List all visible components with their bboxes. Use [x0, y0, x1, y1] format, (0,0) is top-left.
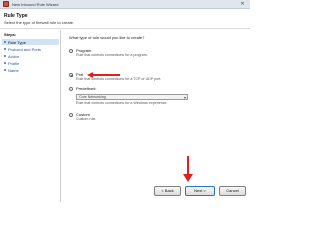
- annotation-left-arrow-icon: [87, 72, 120, 78]
- step-label: Name: [8, 67, 19, 73]
- step-bullet-icon: [4, 41, 6, 43]
- window-title: New Inbound Rule Wizard: [12, 1, 59, 7]
- main-panel: What type of rule would you like to crea…: [66, 30, 250, 202]
- close-icon[interactable]: ✕: [238, 1, 247, 7]
- dropdown-arrow-icon: ▾: [183, 95, 186, 100]
- radio-port[interactable]: [69, 73, 73, 77]
- step-label: Rule Type: [8, 39, 26, 45]
- option-description: Custom rule.: [76, 117, 97, 121]
- wizard-window: New Inbound Rule Wizard ✕ Rule Type Sele…: [0, 0, 250, 202]
- annotation-down-arrow-icon: [183, 156, 193, 182]
- step-rule-type[interactable]: Rule Type: [2, 39, 59, 45]
- wizard-header: Rule Type Select the type of firewall ru…: [0, 10, 250, 29]
- step-bullet-icon: [4, 48, 6, 50]
- step-profile[interactable]: Profile: [2, 60, 59, 66]
- steps-heading: Steps:: [4, 32, 17, 37]
- page-description: Select the type of firewall rule to crea…: [4, 20, 75, 25]
- rule-type-question: What type of rule would you like to crea…: [69, 35, 145, 40]
- option-label: Predefined:: [76, 86, 97, 91]
- page-title: Rule Type: [4, 13, 28, 19]
- back-button[interactable]: < Back: [154, 186, 181, 196]
- step-label: Action: [8, 53, 20, 59]
- radio-custom[interactable]: [69, 113, 73, 117]
- step-name[interactable]: Name: [2, 67, 59, 73]
- dropdown-value: Core Networking: [79, 95, 106, 99]
- step-protocol-and-ports[interactable]: Protocol and Ports: [2, 46, 59, 52]
- predefined-dropdown[interactable]: Core Networking ▾: [76, 94, 188, 100]
- radio-program[interactable]: [69, 49, 73, 53]
- wizard-footer: < Back Next > Cancel: [66, 184, 250, 202]
- step-bullet-icon: [4, 69, 6, 71]
- radio-predefined[interactable]: [69, 87, 73, 91]
- cancel-button[interactable]: Cancel: [219, 186, 246, 196]
- next-button[interactable]: Next >: [185, 186, 215, 196]
- step-action[interactable]: Action: [2, 53, 59, 59]
- step-label: Profile: [8, 60, 20, 66]
- step-bullet-icon: [4, 62, 6, 64]
- predefined-description: Rule that controls connections for a Win…: [76, 101, 168, 105]
- title-bar: New Inbound Rule Wizard ✕: [0, 0, 250, 9]
- step-label: Protocol and Ports: [8, 46, 41, 52]
- firewall-app-icon: [3, 1, 9, 7]
- step-bullet-icon: [4, 55, 6, 57]
- option-description: Rule that controls connections for a pro…: [76, 53, 148, 57]
- steps-panel: Steps: Rule Type Protocol and Ports Acti…: [0, 30, 61, 202]
